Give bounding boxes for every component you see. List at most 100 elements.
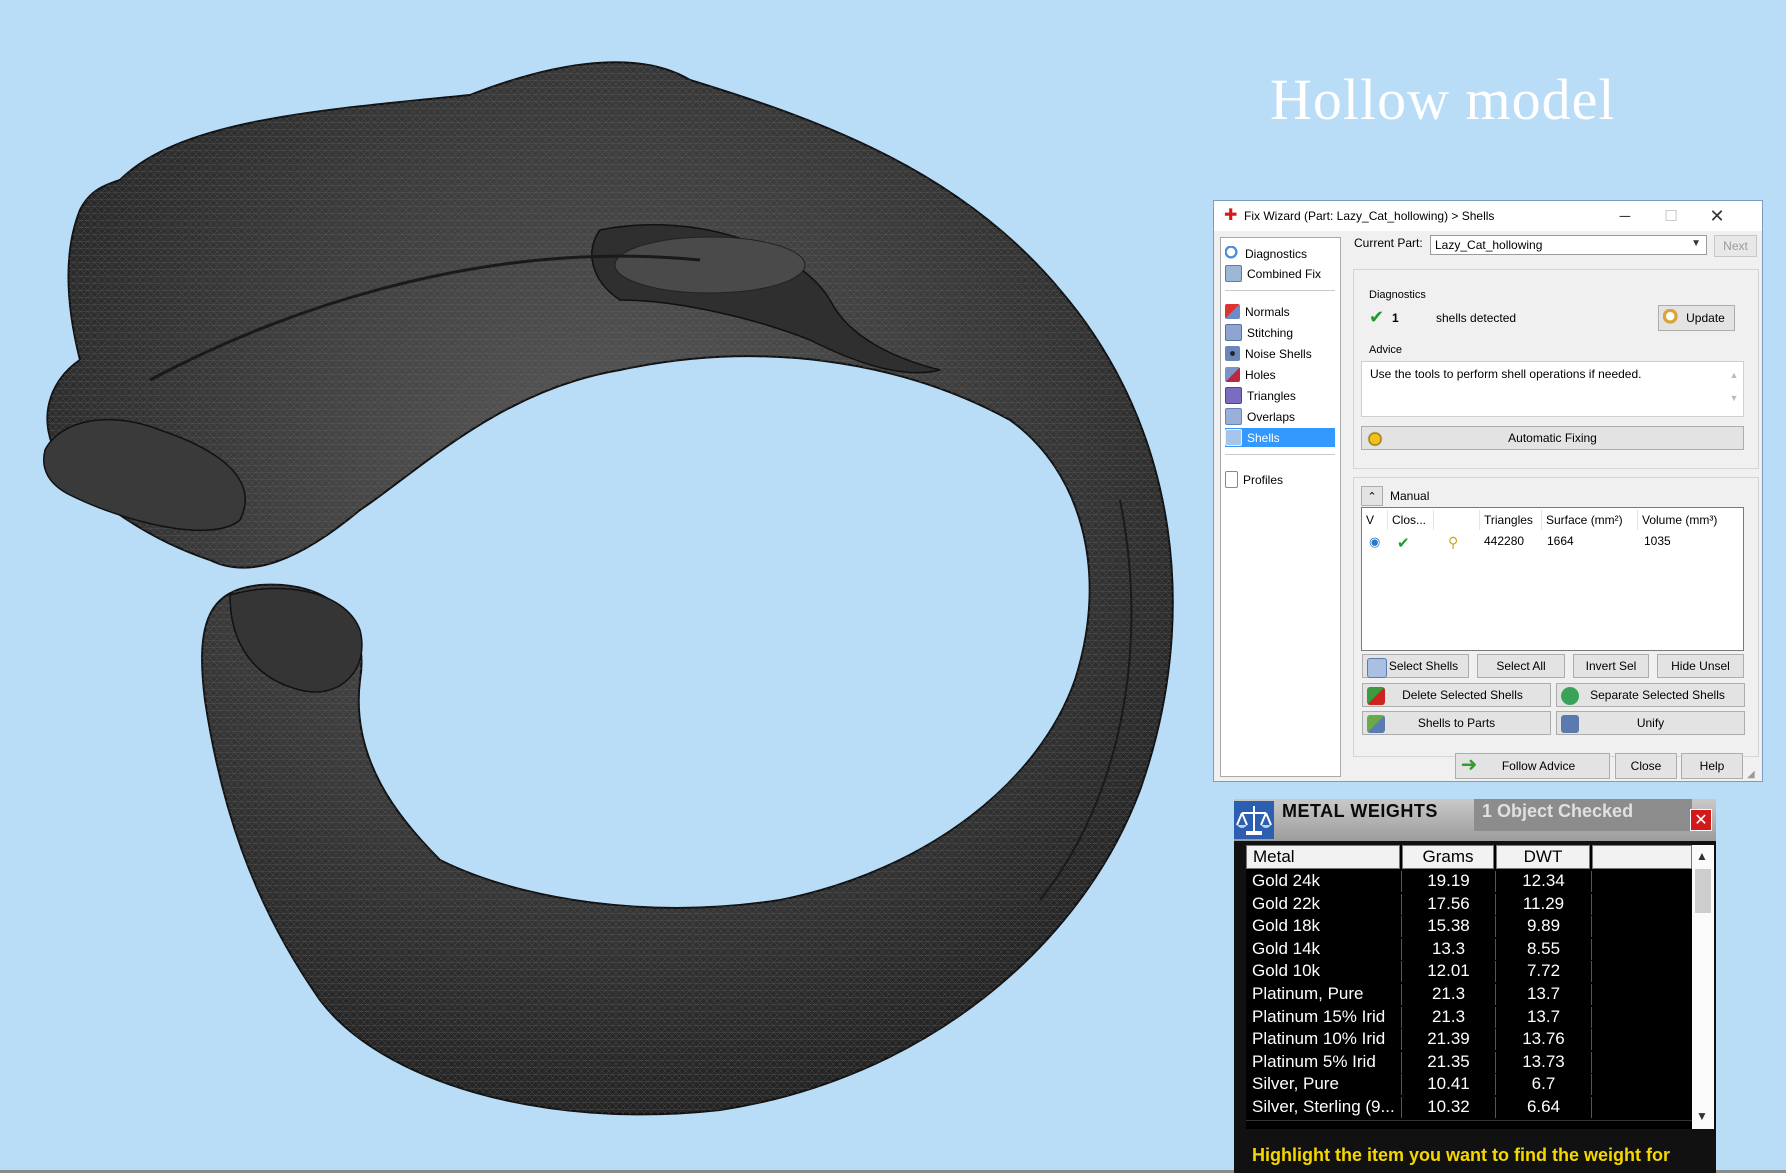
- table-row[interactable]: Silver, Sterling (9... 10.32 6.64: [1246, 1097, 1692, 1118]
- dwt-value: 7.72: [1496, 961, 1592, 983]
- metal-weights-panel[interactable]: METAL WEIGHTS 1 Object Checked ✕ Metal G…: [1234, 799, 1716, 1173]
- resize-grip-icon[interactable]: ◢: [1747, 769, 1755, 780]
- nav-item-combined-fix[interactable]: Combined Fix: [1225, 264, 1335, 283]
- eye-icon[interactable]: ◉: [1369, 534, 1380, 552]
- column-header-volume[interactable]: Volume (mm³): [1638, 510, 1743, 530]
- metal-weights-scrollbar[interactable]: ▲ ▼: [1692, 845, 1714, 1129]
- collapse-button[interactable]: ⌃: [1361, 486, 1383, 506]
- column-header-closed[interactable]: Clos...: [1388, 510, 1434, 530]
- check-icon: ✔: [1369, 307, 1385, 327]
- normals-cube-icon: [1225, 304, 1240, 319]
- table-row[interactable]: Platinum 10% Irid 21.39 13.76: [1246, 1029, 1692, 1051]
- follow-advice-button[interactable]: ➜ Follow Advice: [1455, 753, 1610, 779]
- volume-value: 1035: [1644, 534, 1671, 548]
- nav-item-stitching[interactable]: Stitching: [1225, 323, 1335, 342]
- metal-name: Gold 10k: [1246, 961, 1402, 983]
- manual-label: Manual: [1390, 489, 1430, 503]
- nav-item-profiles[interactable]: Profiles: [1225, 470, 1335, 489]
- column-header-visible[interactable]: V: [1362, 510, 1388, 530]
- table-row[interactable]: Gold 10k 12.01 7.72: [1246, 961, 1692, 983]
- nav-label: Noise Shells: [1245, 346, 1312, 361]
- grams-value: 13.3: [1402, 938, 1496, 960]
- nav-item-noise-shells[interactable]: Noise Shells: [1225, 344, 1335, 363]
- minimize-button[interactable]: ─: [1602, 201, 1648, 231]
- objects-checked-status: 1 Object Checked: [1474, 799, 1692, 831]
- metal-weights-table[interactable]: Metal Grams DWT Gold 24k 19.19 12.34 Gold 2…: [1246, 845, 1692, 1129]
- help-button[interactable]: Help: [1681, 753, 1743, 779]
- magnifier-icon[interactable]: ⚲: [1448, 534, 1458, 552]
- close-button[interactable]: Close: [1615, 753, 1677, 779]
- metal-weights-header: METAL WEIGHTS 1 Object Checked ✕: [1234, 799, 1716, 841]
- dwt-value: 9.89: [1496, 916, 1592, 938]
- grams-value: 19.19: [1402, 871, 1496, 892]
- table-row[interactable]: Gold 24k 19.19 12.34: [1246, 871, 1692, 892]
- nav-item-diagnostics[interactable]: Diagnostics: [1225, 244, 1335, 263]
- delete-cube-icon: [1367, 687, 1385, 705]
- advice-textbox[interactable]: Use the tools to perform shell operation…: [1361, 361, 1744, 417]
- unify-button[interactable]: Unify: [1556, 711, 1745, 735]
- column-header-metal[interactable]: Metal: [1246, 845, 1400, 869]
- nav-label: Stitching: [1247, 325, 1294, 340]
- current-part-label: Current Part:: [1354, 236, 1423, 250]
- metal-name: Gold 14k: [1246, 938, 1402, 960]
- separate-selected-label: Separate Selected Shells: [1590, 688, 1725, 702]
- table-row[interactable]: Silver, Pure 10.41 6.7: [1246, 1074, 1692, 1096]
- dwt-value: 6.7: [1496, 1074, 1592, 1096]
- separate-selected-shells-button[interactable]: Separate Selected Shells: [1556, 683, 1745, 707]
- select-shells-button[interactable]: Select Shells: [1362, 654, 1469, 678]
- green-arrow-icon: ➜: [1460, 754, 1478, 776]
- scroll-down-icon[interactable]: ▼: [1696, 1109, 1708, 1123]
- close-window-button[interactable]: ✕: [1694, 201, 1740, 231]
- column-header-icon[interactable]: [1434, 510, 1480, 530]
- metal-name: Platinum 15% Irid: [1246, 1006, 1402, 1028]
- column-header-grams[interactable]: Grams: [1402, 845, 1494, 869]
- nav-item-holes[interactable]: Holes: [1225, 365, 1335, 384]
- hide-unsel-button[interactable]: Hide Unsel: [1657, 654, 1744, 678]
- dwt-value: 6.64: [1496, 1097, 1592, 1118]
- nav-label: Triangles: [1247, 388, 1296, 403]
- nav-item-normals[interactable]: Normals: [1225, 302, 1335, 321]
- scroll-thumb[interactable]: [1695, 869, 1711, 913]
- metal-weights-title: METAL WEIGHTS: [1282, 801, 1438, 821]
- nav-item-shells[interactable]: Shells: [1225, 428, 1335, 447]
- column-header-surface[interactable]: Surface (mm²): [1542, 510, 1638, 530]
- window-title: Fix Wizard (Part: Lazy_Cat_hollowing) > …: [1244, 209, 1495, 223]
- chevron-down-icon: ▼: [1691, 238, 1701, 249]
- table-row[interactable]: Gold 22k 17.56 11.29: [1246, 893, 1692, 915]
- unify-cube-icon: [1561, 715, 1579, 733]
- select-shells-label: Select Shells: [1388, 659, 1459, 673]
- automatic-fixing-button[interactable]: Automatic Fixing: [1361, 426, 1744, 450]
- cursor-cube-icon: [1367, 658, 1387, 678]
- maximize-button[interactable]: ☐: [1648, 201, 1694, 231]
- delete-selected-shells-button[interactable]: Delete Selected Shells: [1362, 683, 1551, 707]
- select-all-button[interactable]: Select All: [1477, 654, 1565, 678]
- metal-name: Silver, Pure: [1246, 1074, 1402, 1096]
- scroll-up-icon[interactable]: ▲: [1696, 849, 1708, 863]
- update-label: Update: [1686, 311, 1725, 325]
- table-row[interactable]: Gold 14k 13.3 8.55: [1246, 938, 1692, 960]
- shells-to-parts-label: Shells to Parts: [1417, 716, 1496, 730]
- table-row[interactable]: Platinum, Pure 21.3 13.7: [1246, 984, 1692, 1005]
- close-icon[interactable]: ✕: [1690, 809, 1712, 831]
- profile-document-icon: [1225, 471, 1238, 488]
- metal-name: Gold 18k: [1246, 916, 1402, 938]
- shells-to-parts-button[interactable]: Shells to Parts: [1362, 711, 1551, 735]
- advice-scrollbar[interactable]: ▲ ▼: [1727, 364, 1741, 414]
- fix-wizard-titlebar[interactable]: ✚ Fix Wizard (Part: Lazy_Cat_hollowing) …: [1214, 201, 1762, 231]
- shells-table[interactable]: V Clos... Triangles Surface (mm²) Volume…: [1361, 507, 1744, 651]
- nav-item-triangles[interactable]: Triangles: [1225, 386, 1335, 405]
- fix-wizard-window[interactable]: ✚ Fix Wizard (Part: Lazy_Cat_hollowing) …: [1213, 200, 1763, 782]
- current-part-dropdown[interactable]: Lazy_Cat_hollowing ▼: [1430, 235, 1707, 255]
- invert-sel-button[interactable]: Invert Sel: [1573, 654, 1649, 678]
- nav-item-overlaps[interactable]: Overlaps: [1225, 407, 1335, 426]
- column-header-dwt[interactable]: DWT: [1496, 845, 1590, 869]
- dwt-value: 12.34: [1496, 871, 1592, 892]
- table-row[interactable]: Gold 18k 15.38 9.89: [1246, 916, 1692, 938]
- update-button[interactable]: Update: [1658, 305, 1735, 331]
- nav-divider: [1225, 290, 1335, 291]
- next-button[interactable]: Next: [1714, 235, 1757, 257]
- table-row[interactable]: Platinum 15% Irid 21.3 13.7: [1246, 1006, 1692, 1028]
- column-header-triangles[interactable]: Triangles: [1480, 510, 1542, 530]
- table-row[interactable]: Platinum 5% Irid 21.35 13.73: [1246, 1051, 1692, 1073]
- nav-label: Shells: [1247, 430, 1280, 445]
